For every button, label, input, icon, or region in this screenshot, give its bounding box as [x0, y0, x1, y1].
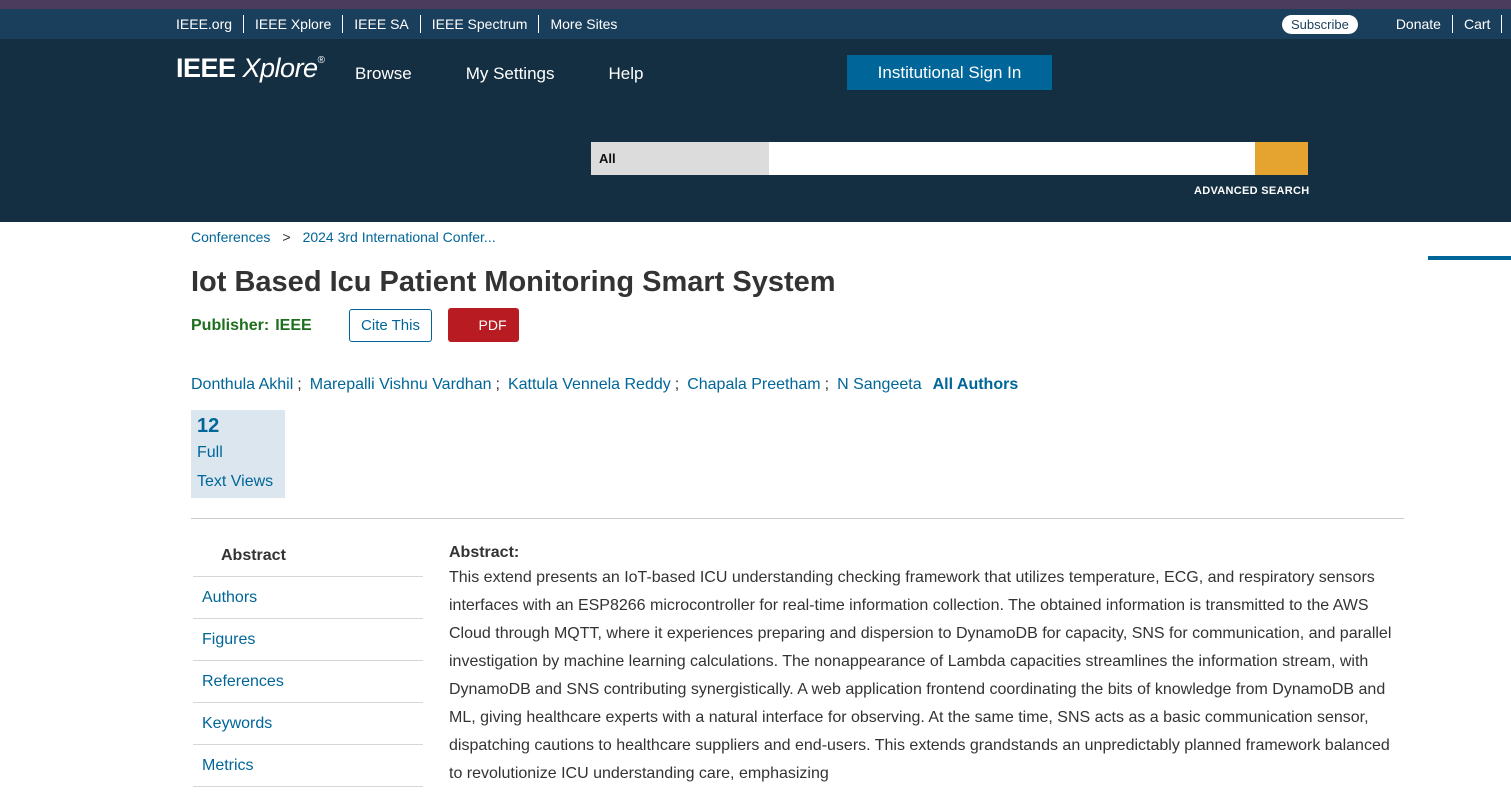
global-site-links: IEEE.org IEEE Xplore IEEE SA IEEE Spectr…: [168, 9, 628, 39]
author-link[interactable]: N Sangeeta: [837, 376, 922, 394]
search-scope-value: All: [599, 151, 616, 166]
author-link[interactable]: Donthula Akhil: [191, 376, 293, 394]
search-bar: All: [591, 142, 1308, 175]
advanced-search-link[interactable]: ADVANCED SEARCH: [1194, 185, 1310, 197]
nav-help[interactable]: Help: [609, 64, 644, 84]
section-divider: [191, 518, 1404, 519]
nav-my-settings[interactable]: My Settings: [466, 64, 555, 84]
abstract-heading: Abstract:: [449, 544, 520, 561]
publisher-info: Publisher: IEEE: [191, 317, 312, 335]
document-section-nav: Abstract Authors Figures References Keyw…: [193, 535, 423, 787]
breadcrumb-conference[interactable]: 2024 3rd International Confer...: [303, 229, 496, 245]
section-nav-keywords[interactable]: Keywords: [193, 703, 423, 745]
section-nav-authors[interactable]: Authors: [193, 577, 423, 619]
logo-text-italic: Xplore: [242, 53, 319, 83]
main-nav: Browse My Settings Help: [355, 64, 697, 84]
ieee-xplore-logo[interactable]: IEEE Xplore®: [176, 53, 325, 84]
author-link[interactable]: Kattula Vennela Reddy: [508, 376, 671, 394]
author-link[interactable]: Marepalli Vishnu Vardhan: [310, 376, 492, 394]
top-accent-stripe: [0, 0, 1511, 9]
ieee-sa-link[interactable]: IEEE SA: [343, 15, 421, 33]
abstract-section: Abstract: This extend presents an IoT-ba…: [449, 542, 1404, 788]
section-nav-references[interactable]: References: [193, 661, 423, 703]
author-separator: ;: [824, 376, 830, 393]
search-input[interactable]: [769, 142, 1255, 175]
logo-registered-mark: ®: [317, 55, 325, 66]
metric-label-line2: Text Views: [197, 473, 274, 490]
full-text-views-metric[interactable]: 12 Full Text Views: [191, 410, 285, 498]
article-title: Iot Based Icu Patient Monitoring Smart S…: [191, 266, 836, 298]
more-sites-link[interactable]: More Sites: [539, 15, 628, 33]
section-nav-abstract[interactable]: Abstract: [193, 535, 423, 577]
breadcrumb-separator: >: [282, 229, 291, 245]
pdf-button[interactable]: PDF: [448, 308, 519, 342]
all-authors-link[interactable]: All Authors: [933, 376, 1019, 394]
cart-link[interactable]: Cart: [1453, 15, 1503, 33]
institutional-sign-in-button[interactable]: Institutional Sign In: [847, 55, 1052, 90]
cite-this-button[interactable]: Cite This: [349, 309, 432, 342]
search-button[interactable]: [1255, 142, 1308, 175]
publisher-label: Publisher:: [191, 317, 270, 334]
author-list: Donthula Akhil; Marepalli Vishnu Vardhan…: [191, 376, 1018, 394]
ieee-xplore-link[interactable]: IEEE Xplore: [244, 15, 344, 33]
author-link[interactable]: Chapala Preetham: [687, 376, 820, 394]
author-separator: ;: [495, 376, 500, 393]
ieee-spectrum-link[interactable]: IEEE Spectrum: [421, 15, 540, 33]
search-scope-dropdown[interactable]: All: [591, 142, 769, 175]
section-nav-metrics[interactable]: Metrics: [193, 745, 423, 787]
section-nav-figures[interactable]: Figures: [193, 619, 423, 661]
global-actions: Subscribe Donate Cart: [1282, 9, 1503, 39]
donate-link[interactable]: Donate: [1388, 15, 1453, 33]
breadcrumb: Conferences > 2024 3rd International Con…: [191, 229, 496, 245]
publisher-name: IEEE: [275, 317, 312, 334]
side-accent-bar: [1428, 256, 1511, 260]
ieee-org-link[interactable]: IEEE.org: [168, 15, 245, 33]
breadcrumb-conferences[interactable]: Conferences: [191, 229, 270, 245]
ieee-global-bar: IEEE.org IEEE Xplore IEEE SA IEEE Spectr…: [0, 9, 1511, 39]
abstract-text: This extend presents an IoT-based ICU un…: [449, 569, 1392, 782]
nav-browse[interactable]: Browse: [355, 64, 412, 84]
logo-text: IEEE: [176, 53, 243, 83]
metric-count: 12: [197, 415, 220, 437]
subscribe-button[interactable]: Subscribe: [1282, 14, 1358, 34]
xplore-header: IEEE Xplore® Browse My Settings Help Ins…: [0, 39, 1511, 222]
author-separator: ;: [297, 376, 302, 393]
metric-label-line1: Full: [197, 444, 223, 461]
author-separator: ;: [674, 376, 680, 393]
